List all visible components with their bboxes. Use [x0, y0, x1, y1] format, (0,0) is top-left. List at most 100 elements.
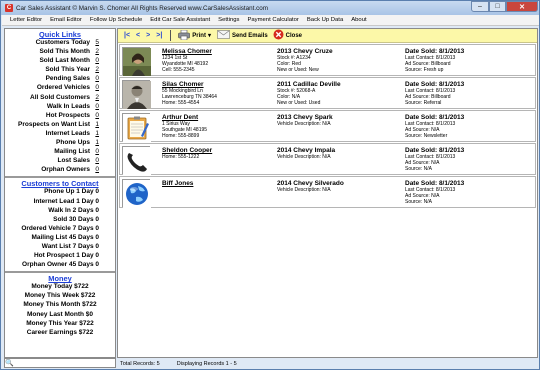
menu-item[interactable]: Follow Up Schedule	[90, 17, 142, 23]
contact-item[interactable]: Internet Lead 1 Day 0	[5, 198, 115, 207]
record-sale-info: Date Sold: 8/1/2013 Last Contact: 8/1/201…	[405, 48, 535, 74]
date-sold: Date Sold: 8/1/2013	[405, 48, 465, 55]
quick-link-count[interactable]: 0	[93, 112, 99, 119]
search-input[interactable]	[14, 359, 114, 367]
quick-link-item[interactable]: Hot Prospects 0	[5, 112, 115, 121]
date-sold: Date Sold: 8/1/2013	[405, 81, 465, 88]
quick-link-count[interactable]: 0	[93, 166, 99, 173]
window-title: Car Sales Assistant © Marvin S. Chomer A…	[16, 4, 269, 12]
search-icon[interactable]: 🔍	[5, 359, 14, 367]
quick-link-label: Lost Sales	[57, 157, 90, 165]
maximize-button[interactable]: □	[489, 1, 506, 12]
sale-detail: Source: Fresh up	[405, 67, 444, 74]
contact-item[interactable]: Want List 7 Days 0	[5, 243, 115, 252]
record-card[interactable]: Biff Jones 2014 Chevy Silverado Vehicle De…	[119, 176, 536, 208]
menu-item[interactable]: About	[351, 17, 366, 23]
quick-link-count[interactable]: 0	[93, 103, 99, 110]
record-card[interactable]: Sheldon Cooper Home: 555-1222 2014 Chevy I…	[119, 143, 536, 175]
quick-link-count[interactable]: 0	[93, 84, 99, 91]
quick-link-label: All Sold Customers	[30, 93, 90, 101]
quick-link-count[interactable]: 1	[93, 121, 99, 128]
quick-link-count[interactable]: 0	[93, 75, 99, 82]
record-card[interactable]: Silas Chomer 55 Mockingbird Ln Lawrencebur…	[119, 77, 536, 109]
record-card[interactable]: Arthur Dent 1 Sirius Way Southgate MI 4819…	[119, 110, 536, 142]
quick-link-count[interactable]: 2	[93, 94, 99, 101]
vehicle-detail: New or Used: Used	[277, 100, 321, 107]
quick-links-title[interactable]: Quick Links	[5, 30, 115, 39]
quick-link-item[interactable]: All Sold Customers 2	[5, 94, 115, 103]
record-contact: Melissa Chomer 1234 1st St Wyandotte MI 48…	[162, 48, 272, 74]
notepad-icon	[122, 113, 151, 142]
menu-item[interactable]: Letter Editor	[10, 17, 42, 23]
record-card[interactable]: Melissa Chomer 1234 1st St Wyandotte MI 48…	[119, 44, 536, 76]
quick-link-count[interactable]: 5	[93, 39, 99, 46]
quick-link-label: Hot Prospects	[45, 111, 90, 119]
contact-item[interactable]: Phone Up 1 Day 0	[5, 188, 115, 197]
quick-link-item[interactable]: Internet Leads 1	[5, 130, 115, 139]
record-name[interactable]: Sheldon Cooper	[162, 147, 272, 154]
quick-link-item[interactable]: Sold This Month 2	[5, 48, 115, 57]
money-item: Career Earnings $722	[26, 328, 94, 336]
quick-link-count[interactable]: 0	[93, 157, 99, 164]
quick-link-item[interactable]: Mailing List 0	[5, 148, 115, 157]
quick-link-item[interactable]: Customers Today 5	[5, 39, 115, 48]
close-window-button[interactable]: ✕	[506, 1, 538, 12]
app-icon: C	[5, 4, 13, 12]
menu-item[interactable]: Payment Calculator	[247, 17, 298, 23]
record-name[interactable]: Melissa Chomer	[162, 48, 272, 55]
contact-item[interactable]: Walk In 2 Days 0	[5, 207, 115, 216]
last-record-button[interactable]: >|	[156, 32, 162, 39]
sidebar: Quick Links Customers Today 5 Sold This Mo…	[4, 28, 116, 358]
quick-link-label: Sold This Year	[45, 66, 90, 74]
quick-link-count[interactable]: 2	[93, 48, 99, 55]
menu-item[interactable]: Edit Car Sale Assistant	[150, 17, 210, 23]
record-vehicle: 2013 Chevy Cruze Stock #: A1234 Color: Red…	[277, 48, 397, 74]
contact-item[interactable]: Hot Prospect 1 Day 0	[5, 252, 115, 261]
quick-link-item[interactable]: Pending Sales 0	[5, 75, 115, 84]
quick-link-label: Ordered Vehicles	[36, 84, 90, 92]
menu-item[interactable]: Back Up Data	[307, 17, 343, 23]
quick-link-item[interactable]: Phone Ups 1	[5, 139, 115, 148]
quick-link-count[interactable]: 1	[93, 130, 99, 137]
quick-link-count[interactable]: 1	[93, 139, 99, 146]
date-sold: Date Sold: 8/1/2013	[405, 147, 465, 154]
quick-link-item[interactable]: Sold This Year 2	[5, 66, 115, 75]
prev-record-button[interactable]: <	[136, 32, 140, 39]
quick-link-count[interactable]: 0	[93, 57, 99, 64]
money-item: Money Today $722	[31, 283, 89, 291]
contact-item[interactable]: Mailing List 45 Days 0	[5, 234, 115, 243]
record-contact: Silas Chomer 55 Mockingbird Ln Lawrencebur…	[162, 81, 272, 107]
date-sold: Date Sold: 8/1/2013	[405, 180, 465, 187]
quick-link-item[interactable]: Prospects on Want List 1	[5, 121, 115, 130]
menu-item[interactable]: Email Editor	[50, 17, 82, 23]
first-record-button[interactable]: |<	[124, 32, 130, 39]
quick-link-item[interactable]: Walk In Leads 0	[5, 103, 115, 112]
quick-link-item[interactable]: Sold Last Month 0	[5, 57, 115, 66]
sale-detail: Source: Newsletter	[405, 133, 448, 140]
quick-link-item[interactable]: Orphan Owners 0	[5, 166, 115, 175]
next-record-button[interactable]: >	[146, 32, 150, 39]
menu-item[interactable]: Settings	[218, 17, 239, 23]
quick-link-item[interactable]: Lost Sales 0	[5, 157, 115, 166]
quick-link-count[interactable]: 0	[93, 148, 99, 155]
quick-link-item[interactable]: Ordered Vehicles 0	[5, 84, 115, 93]
money-title[interactable]: Money	[5, 274, 115, 283]
record-name[interactable]: Silas Chomer	[162, 81, 272, 88]
minimize-button[interactable]: –	[471, 1, 489, 12]
record-name[interactable]: Biff Jones	[162, 180, 272, 187]
quick-link-label: Sold Last Month	[39, 57, 90, 65]
record-contact-line: Cell: 555-2345	[162, 67, 195, 74]
send-emails-button[interactable]: Send Emails	[217, 30, 268, 41]
record-name[interactable]: Arthur Dent	[162, 114, 272, 121]
print-button[interactable]: Print ▾	[178, 29, 211, 42]
contact-item[interactable]: Orphan Owner 45 Days 0	[5, 261, 115, 270]
customers-to-contact-title[interactable]: Customers to Contact	[5, 179, 115, 188]
woman-photo	[122, 47, 151, 76]
contact-item[interactable]: Ordered Vehicle 7 Days 0	[5, 225, 115, 234]
record-sale-info: Date Sold: 8/1/2013 Last Contact: 8/1/201…	[405, 114, 535, 140]
quick-link-label: Pending Sales	[45, 75, 90, 83]
contact-item[interactable]: Sold 30 Days 0	[5, 216, 115, 225]
quick-link-count[interactable]: 2	[93, 66, 99, 73]
menu-bar: Letter Editor Email Editor Follow Up Sched…	[2, 15, 539, 26]
close-button[interactable]: Close	[273, 29, 302, 42]
